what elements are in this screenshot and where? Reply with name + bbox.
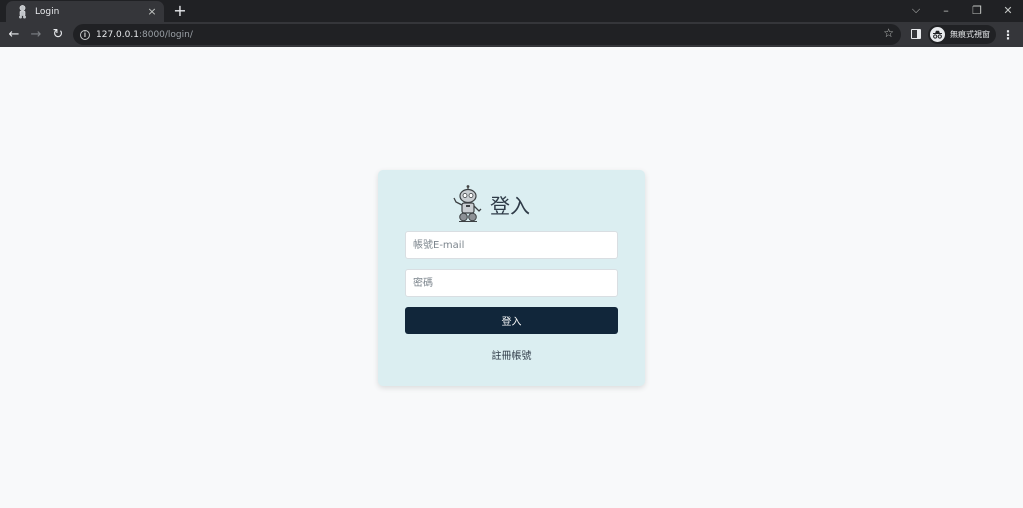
minimize-button[interactable]: – bbox=[931, 0, 961, 20]
robot-favicon-icon bbox=[15, 4, 29, 19]
new-tab-button[interactable]: + bbox=[171, 2, 189, 20]
incognito-label: 無痕式視窗 bbox=[950, 30, 990, 39]
url-path: :8000/login/ bbox=[138, 29, 193, 40]
side-panel-icon[interactable] bbox=[911, 29, 921, 39]
email-field[interactable] bbox=[405, 231, 618, 259]
close-window-button[interactable]: ✕ bbox=[993, 0, 1023, 20]
url-host: 127.0.0.1 bbox=[96, 29, 139, 40]
reload-button[interactable]: ↻ bbox=[48, 25, 68, 44]
address-bar[interactable]: i 127.0.0.1:8000/login/ ☆ bbox=[73, 24, 901, 45]
bookmark-star-icon[interactable]: ☆ bbox=[883, 27, 894, 39]
restore-button[interactable]: ❐ bbox=[962, 0, 992, 20]
site-info-icon[interactable]: i bbox=[80, 29, 90, 40]
tab-search-chevron-icon[interactable]: ⌵ bbox=[901, 0, 931, 20]
browser-menu-icon[interactable]: ⋮ bbox=[1002, 26, 1014, 43]
tab-strip: Login × + ⌵ – ❐ ✕ bbox=[0, 0, 1023, 22]
login-button[interactable]: 登入 bbox=[405, 307, 618, 334]
password-field[interactable] bbox=[405, 269, 618, 297]
browser-toolbar: ← → ↻ i 127.0.0.1:8000/login/ ☆ 無痕式視窗 ⋮ bbox=[0, 22, 1023, 47]
tab-login[interactable]: Login × bbox=[6, 1, 164, 22]
tab-close-icon[interactable]: × bbox=[146, 6, 158, 18]
incognito-indicator[interactable]: 無痕式視窗 bbox=[928, 25, 996, 44]
register-link[interactable]: 註冊帳號 bbox=[405, 347, 618, 362]
tab-title: Login bbox=[35, 6, 60, 17]
robot-logo-icon bbox=[452, 185, 484, 223]
login-heading: 登入 bbox=[452, 185, 530, 223]
forward-button[interactable]: → bbox=[26, 25, 46, 44]
back-button[interactable]: ← bbox=[4, 25, 24, 44]
incognito-icon bbox=[930, 27, 945, 42]
login-title: 登入 bbox=[490, 193, 530, 218]
